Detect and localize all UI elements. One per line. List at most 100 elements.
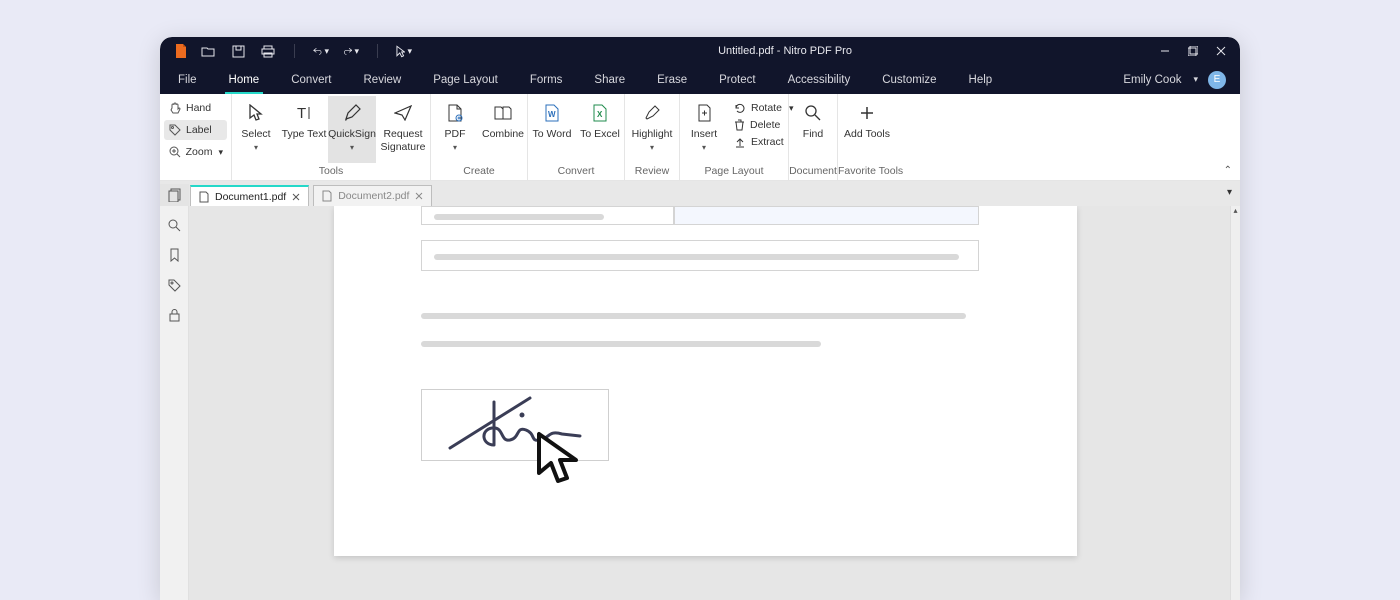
menu-accessibility[interactable]: Accessibility — [784, 65, 855, 94]
tool-select[interactable]: Select ▾ — [232, 96, 280, 163]
ribbon-group-favorite: Add Tools Favorite Tools — [838, 94, 903, 180]
close-tab-icon[interactable] — [415, 192, 423, 200]
group-label-review: Review — [625, 163, 679, 180]
group-label-convert: Convert — [528, 163, 624, 180]
plus-icon — [859, 102, 875, 124]
group-label-favorite: Favorite Tools — [838, 163, 903, 180]
cursor-icon — [248, 102, 264, 124]
form-cell — [421, 206, 674, 225]
app-window: ▾ ▾ ▾ Untitled.pdf - Nitro PDF Pro File … — [160, 37, 1240, 600]
sidebar-search-icon[interactable] — [165, 216, 183, 234]
tool-to-word[interactable]: W To Word — [528, 96, 576, 163]
ribbon-group-convert: W To Word X To Excel Convert — [528, 94, 625, 180]
menu-share[interactable]: Share — [590, 65, 629, 94]
menu-protect[interactable]: Protect — [715, 65, 759, 94]
tool-request-signature[interactable]: Request Signature — [376, 96, 430, 163]
scroll-up-icon[interactable]: ▴ — [1231, 206, 1240, 218]
sidebar-pages-icon[interactable] — [160, 184, 189, 206]
trash-icon — [734, 119, 745, 131]
document-canvas[interactable]: ▴ — [189, 206, 1240, 600]
excel-icon: X — [592, 102, 608, 124]
cursor-mode-icon[interactable]: ▾ — [396, 43, 412, 59]
form-cell-wide — [421, 240, 979, 271]
tool-find[interactable]: Find — [789, 96, 837, 163]
document-tab-1[interactable]: Document1.pdf — [190, 185, 309, 206]
word-icon: W — [544, 102, 560, 124]
page-layout-actions: Rotate▾ Delete Extract — [728, 96, 788, 163]
left-sidebar — [160, 206, 189, 600]
sidebar-tag-icon[interactable] — [165, 276, 183, 294]
ribbon-left-tools: Hand Label Zoom ▾ — [160, 94, 232, 180]
cursor-pointer-icon — [534, 431, 589, 489]
group-label-page-layout: Page Layout — [680, 163, 788, 180]
group-label-document: Document — [789, 163, 837, 180]
menu-file[interactable]: File — [174, 65, 201, 94]
tool-pdf[interactable]: PDF ▾ — [431, 96, 479, 163]
document-icon — [322, 190, 332, 202]
menu-home[interactable]: Home — [225, 65, 264, 94]
sidebar-bookmark-icon[interactable] — [165, 246, 183, 264]
close-tab-icon[interactable] — [292, 193, 300, 201]
chevron-down-icon: ▾ — [453, 143, 457, 153]
quick-access-toolbar: ▾ ▾ ▾ — [200, 43, 412, 59]
form-cell-active[interactable] — [674, 206, 979, 225]
tool-label[interactable]: Label — [164, 120, 227, 140]
tab-label: Document1.pdf — [215, 191, 286, 203]
user-name[interactable]: Emily Cook — [1123, 74, 1181, 86]
menu-review[interactable]: Review — [360, 65, 406, 94]
tool-type-text[interactable]: T Type Text — [280, 96, 328, 163]
ribbon-group-review: Highlight ▾ Review — [625, 94, 680, 180]
menu-erase[interactable]: Erase — [653, 65, 691, 94]
open-icon[interactable] — [200, 43, 216, 59]
svg-text:T: T — [297, 105, 306, 121]
ribbon-group-document: Find Document — [789, 94, 838, 180]
tool-zoom-label: Zoom — [186, 146, 213, 158]
tag-icon — [168, 123, 182, 137]
undo-icon[interactable]: ▾ — [313, 43, 329, 59]
tool-combine[interactable]: Combine — [479, 96, 527, 163]
tool-to-excel[interactable]: X To Excel — [576, 96, 624, 163]
document-icon — [199, 191, 209, 203]
menu-convert[interactable]: Convert — [287, 65, 335, 94]
tool-add-tools[interactable]: Add Tools — [838, 96, 896, 163]
tool-highlight[interactable]: Highlight ▾ — [625, 96, 679, 163]
maximize-icon[interactable] — [1186, 44, 1200, 58]
vertical-scrollbar[interactable]: ▴ — [1230, 206, 1240, 600]
minimize-icon[interactable] — [1158, 44, 1172, 58]
ribbon-group-page-layout: Insert ▾ Rotate▾ Delete Extract Page Lay… — [680, 94, 789, 180]
hand-icon — [168, 101, 182, 115]
group-label-tools: Tools — [232, 163, 430, 180]
tool-insert[interactable]: Insert ▾ — [680, 96, 728, 163]
rotate-icon — [734, 102, 746, 114]
print-icon[interactable] — [260, 43, 276, 59]
menu-forms[interactable]: Forms — [526, 65, 567, 94]
action-extract[interactable]: Extract — [734, 136, 782, 148]
avatar[interactable]: E — [1208, 71, 1226, 89]
svg-text:X: X — [597, 110, 603, 119]
ribbon-group-tools: Select ▾ T Type Text QuickSign ▾ Req — [232, 94, 431, 180]
close-icon[interactable] — [1214, 44, 1228, 58]
tool-zoom[interactable]: Zoom ▾ — [164, 142, 227, 162]
menu-page-layout[interactable]: Page Layout — [429, 65, 502, 94]
tool-quicksign[interactable]: QuickSign ▾ — [328, 96, 376, 163]
action-rotate[interactable]: Rotate▾ — [734, 102, 782, 114]
document-tab-2[interactable]: Document2.pdf — [313, 185, 432, 206]
pdf-page — [334, 206, 1077, 556]
chevron-down-icon: ▾ — [218, 147, 223, 158]
redo-icon[interactable]: ▾ — [343, 43, 359, 59]
group-label-create: Create — [431, 163, 527, 180]
tabs-dropdown-icon[interactable]: ▾ — [1227, 187, 1232, 198]
send-icon — [394, 102, 412, 124]
document-tabbar: Document1.pdf Document2.pdf ▾ — [160, 181, 1240, 206]
insert-page-icon — [696, 102, 712, 124]
ribbon-collapse-icon[interactable]: ⌃ — [1224, 165, 1232, 176]
chevron-down-icon: ▾ — [350, 143, 354, 153]
menu-help[interactable]: Help — [965, 65, 997, 94]
action-delete[interactable]: Delete — [734, 119, 782, 131]
workspace: ▴ — [160, 206, 1240, 600]
menu-customize[interactable]: Customize — [878, 65, 940, 94]
sidebar-lock-icon[interactable] — [165, 306, 183, 324]
chevron-down-icon[interactable]: ▾ — [1193, 74, 1198, 85]
tool-hand[interactable]: Hand — [164, 98, 227, 118]
save-icon[interactable] — [230, 43, 246, 59]
